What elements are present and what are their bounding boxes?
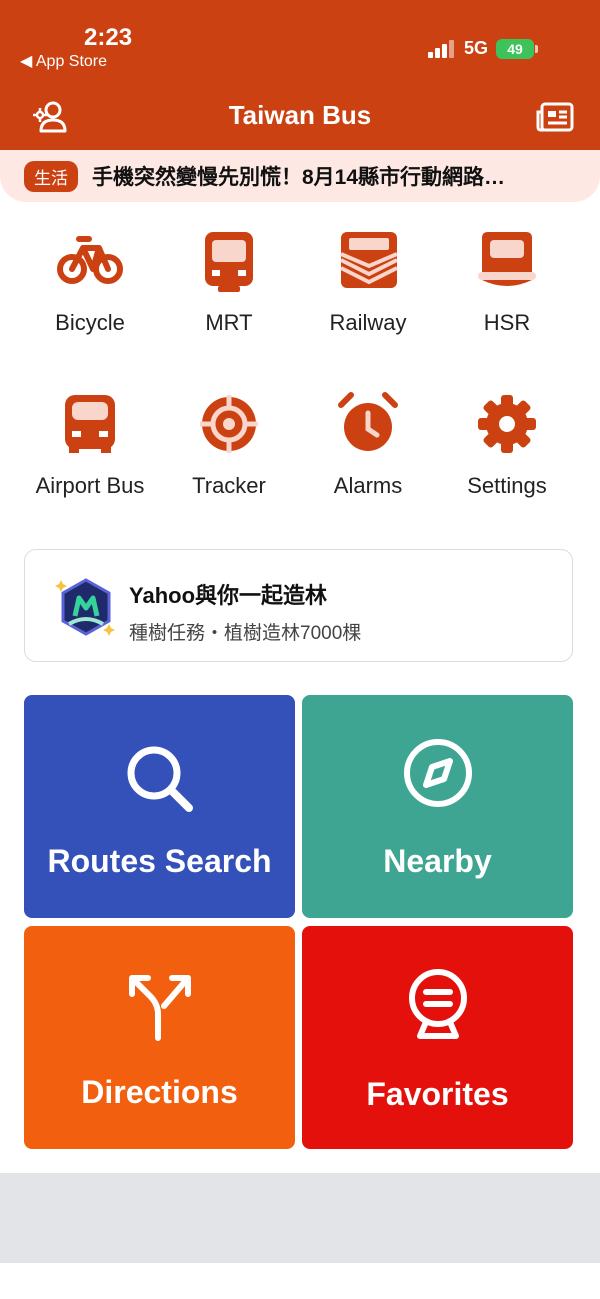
promo-subtitle: 種樹任務・植樹造林7000棵 [129,623,362,644]
tile-label: Directions [81,1074,238,1110]
tile-label: Favorites [366,1076,509,1112]
tile-label: Nearby [383,843,492,879]
mode-airport-bus[interactable]: Airport Bus [21,389,159,499]
gear-icon [478,395,536,453]
back-to-app-store[interactable]: ◀ App Store [20,51,107,71]
ticker-text[interactable]: 手機突然變慢先別慌！8月14縣市行動網路… [92,161,562,191]
page-title: Taiwan Bus [228,100,372,130]
mrt-icon [205,232,253,292]
mode-label: Bicycle [55,310,125,335]
mode-label: Airport Bus [35,473,145,498]
favorites-icon [409,969,467,1039]
signal-icon [428,39,454,58]
railway-icon [340,232,398,288]
mode-tracker[interactable]: Tracker [160,389,298,499]
mode-label: Tracker [192,473,266,498]
mode-bicycle[interactable]: Bicycle [21,226,159,336]
mode-alarms[interactable]: Alarms [299,389,437,499]
battery-icon: 49 [496,38,539,59]
tile-label: Routes Search [47,843,272,879]
airport-bus-icon [65,395,115,453]
status-time: 2:23 [84,24,133,51]
mode-label: HSR [483,310,531,335]
news-icon[interactable] [536,100,574,134]
mode-label: Settings [467,473,547,498]
status-indicators: 5G 49 [428,38,539,59]
nearby-tile[interactable]: Nearby [302,695,573,918]
mode-label: Alarms [333,473,403,498]
mode-railway[interactable]: Railway [299,226,437,336]
favorites-tile[interactable]: Favorites [302,926,573,1149]
bicycle-icon [57,236,123,284]
compass-icon [404,739,472,807]
mode-label: MRT [205,310,253,335]
forest-badge-icon [55,578,115,636]
mode-settings[interactable]: Settings [438,389,576,499]
hsr-icon [478,232,536,286]
footer-ad-area [0,1173,600,1263]
tracker-icon [200,395,258,453]
directions-tile[interactable]: Directions [24,926,295,1149]
directions-icon [129,975,191,1041]
network-label: 5G [464,38,489,58]
search-icon [127,746,193,812]
mode-label: Railway [329,310,407,335]
ticker-tag: 生活 [24,160,78,192]
app-header: 2:23 ◀ App Store 5G 49 Taiwan Bus [0,0,600,150]
mode-mrt[interactable]: MRT [160,226,298,336]
alarm-icon [338,392,398,451]
mode-hsr[interactable]: HSR [438,226,576,336]
promo-card[interactable]: Yahoo與你一起造林 種樹任務・植樹造林7000棵 [24,549,573,662]
promo-title: Yahoo與你一起造林 [129,583,328,608]
routes-search-tile[interactable]: Routes Search [24,695,295,918]
news-ticker[interactable]: 生活 手機突然變慢先別慌！8月14縣市行動網路… [0,150,600,202]
